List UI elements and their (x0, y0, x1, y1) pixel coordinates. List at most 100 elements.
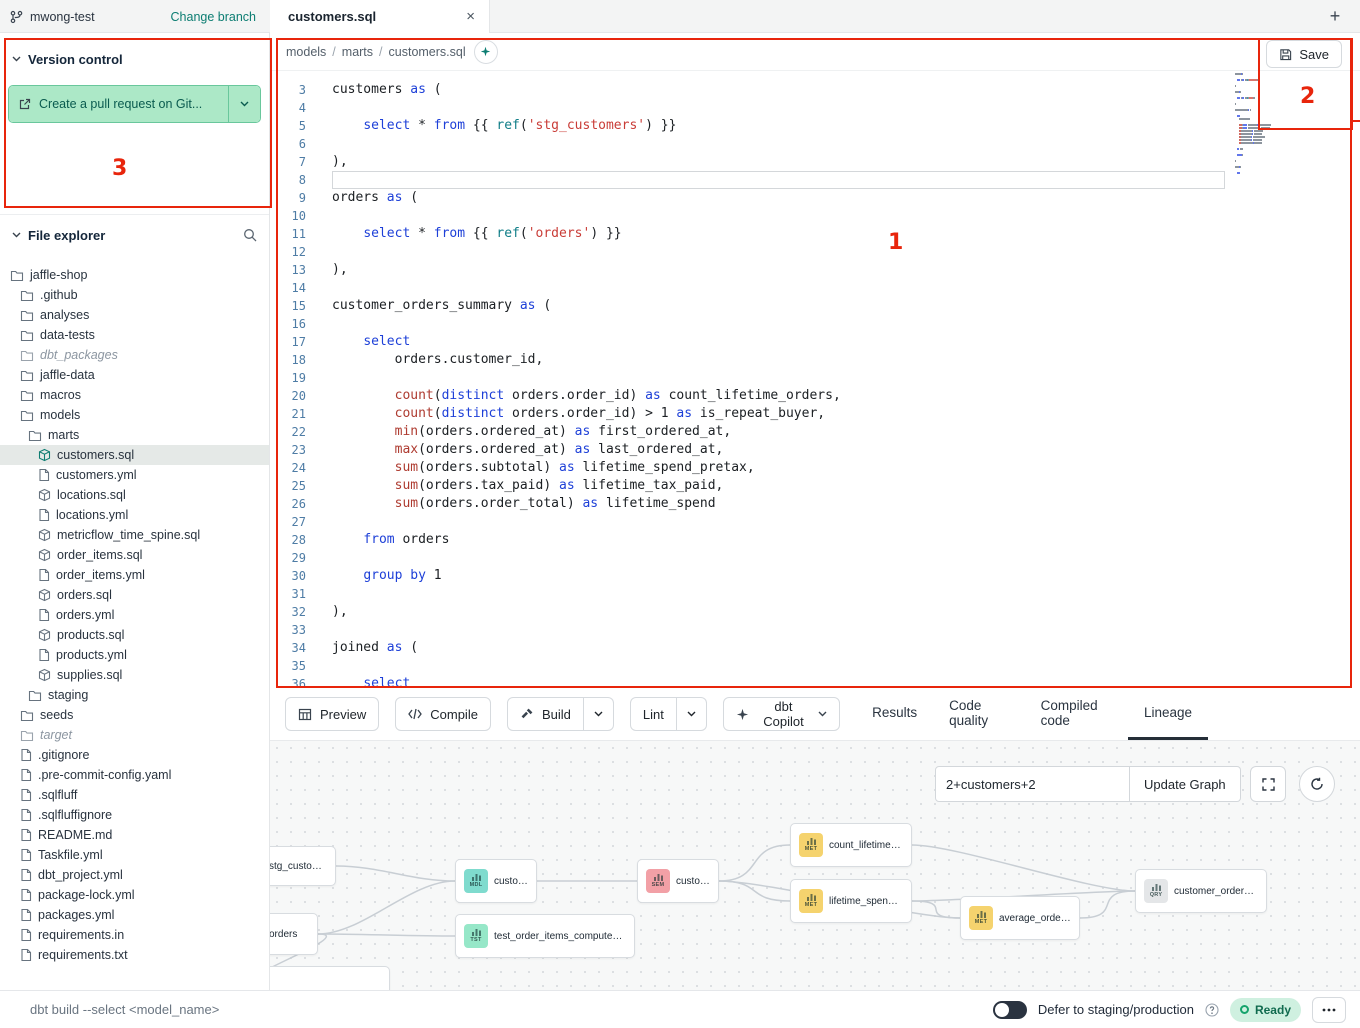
code-line-27[interactable]: 27 (270, 513, 1360, 531)
code-line-23[interactable]: 23 max(orders.ordered_at) as last_ordere… (270, 441, 1360, 459)
tree-item-seeds[interactable]: seeds (0, 705, 269, 725)
breadcrumb-item-customers.sql[interactable]: customers.sql (389, 45, 466, 59)
tree-item-packages.yml[interactable]: packages.yml (0, 905, 269, 925)
tree-item-dbt_project.yml[interactable]: dbt_project.yml (0, 865, 269, 885)
close-icon[interactable]: × (466, 8, 475, 25)
build-dropdown-button[interactable] (584, 697, 614, 731)
code-line-4[interactable]: 4 (270, 99, 1360, 117)
code-editor[interactable]: 3customers as (45 select * from {{ ref('… (270, 71, 1360, 688)
tree-item-.sqlfluff[interactable]: .sqlfluff (0, 785, 269, 805)
tree-item-order_items.sql[interactable]: order_items.sql (0, 545, 269, 565)
info-icon[interactable] (1205, 1003, 1219, 1017)
code-line-7[interactable]: 7), (270, 153, 1360, 171)
create-pr-button[interactable]: Create a pull request on Git... (9, 86, 228, 122)
more-icon[interactable] (1312, 997, 1346, 1023)
tree-item-customers.yml[interactable]: customers.yml (0, 465, 269, 485)
code-line-32[interactable]: 32), (270, 603, 1360, 621)
code-line-16[interactable]: 16 (270, 315, 1360, 333)
editor-tab-customers-sql[interactable]: customers.sql × (270, 0, 490, 33)
tree-item-orders.sql[interactable]: orders.sql (0, 585, 269, 605)
code-line-29[interactable]: 29 (270, 549, 1360, 567)
lint-dropdown-button[interactable] (677, 697, 707, 731)
code-line-15[interactable]: 15customer_orders_summary as ( (270, 297, 1360, 315)
code-line-31[interactable]: 31 (270, 585, 1360, 603)
tab-lineage[interactable]: Lineage (1128, 688, 1208, 740)
code-line-30[interactable]: 30 group by 1 (270, 567, 1360, 585)
tree-item-Taskfile.yml[interactable]: Taskfile.yml (0, 845, 269, 865)
minimap[interactable] (1235, 73, 1307, 175)
code-line-28[interactable]: 28 from orders (270, 531, 1360, 549)
tree-item-metricflow_time_spine.sql[interactable]: metricflow_time_spine.sql (0, 525, 269, 545)
tree-item-data-tests[interactable]: data-tests (0, 325, 269, 345)
tree-item-target[interactable]: target (0, 725, 269, 745)
code-line-26[interactable]: 26 sum(orders.order_total) as lifetime_s… (270, 495, 1360, 513)
tree-item-.pre-commit-config.yaml[interactable]: .pre-commit-config.yaml (0, 765, 269, 785)
tree-item-marts[interactable]: marts (0, 425, 269, 445)
build-button[interactable]: Build (507, 697, 584, 731)
code-line-19[interactable]: 19 (270, 369, 1360, 387)
file-explorer-header[interactable]: File explorer (0, 225, 269, 245)
tree-item-package-lock.yml[interactable]: package-lock.yml (0, 885, 269, 905)
lineage-node-customer_order_metrics[interactable]: QRYcustomer_order_metrics (1135, 869, 1267, 913)
code-line-24[interactable]: 24 sum(orders.subtotal) as lifetime_spen… (270, 459, 1360, 477)
code-line-25[interactable]: 25 sum(orders.tax_paid) as lifetime_tax_… (270, 477, 1360, 495)
dbt-copilot-button[interactable]: dbt Copilot (723, 697, 840, 731)
breadcrumb-item-marts[interactable]: marts (342, 45, 373, 59)
tree-item-staging[interactable]: staging (0, 685, 269, 705)
tree-item-.gitignore[interactable]: .gitignore (0, 745, 269, 765)
lineage-node-stg_customers[interactable]: MDLstg_customers (270, 846, 336, 886)
tree-item-README.md[interactable]: README.md (0, 825, 269, 845)
code-line-8[interactable]: 8 (270, 171, 1360, 189)
tree-item-order_items.yml[interactable]: order_items.yml (0, 565, 269, 585)
tree-item-products.sql[interactable]: products.sql (0, 625, 269, 645)
tree-item-locations.sql[interactable]: locations.sql (0, 485, 269, 505)
code-line-22[interactable]: 22 min(orders.ordered_at) as first_order… (270, 423, 1360, 441)
code-line-12[interactable]: 12 (270, 243, 1360, 261)
code-line-13[interactable]: 13), (270, 261, 1360, 279)
code-line-18[interactable]: 18 orders.customer_id, (270, 351, 1360, 369)
tree-item-.github[interactable]: .github (0, 285, 269, 305)
tree-item-products.yml[interactable]: products.yml (0, 645, 269, 665)
update-graph-button[interactable]: Update Graph (1130, 766, 1241, 802)
lint-button[interactable]: Lint (630, 697, 677, 731)
tree-item-jaffle-shop[interactable]: jaffle-shop (0, 265, 269, 285)
lineage-node-lifetime_spend_pretax[interactable]: METlifetime_spend_pretax (790, 879, 912, 923)
tree-item-models[interactable]: models (0, 405, 269, 425)
code-line-36[interactable]: 36 select (270, 675, 1360, 688)
tab-code-quality[interactable]: Code quality (933, 688, 1024, 740)
code-line-9[interactable]: 9orders as ( (270, 189, 1360, 207)
branch-selector[interactable]: mwong-test Change branch (0, 0, 270, 33)
lineage-node-test_order_items_compute_to_bools[interactable]: TSTtest_order_items_compute_to_bools... (455, 914, 635, 958)
copilot-breadcrumb-button[interactable] (474, 40, 498, 64)
tree-item-customers.sql[interactable]: customers.sql (0, 445, 269, 465)
preview-button[interactable]: Preview (285, 697, 379, 731)
code-line-6[interactable]: 6 (270, 135, 1360, 153)
breadcrumb-item-models[interactable]: models (286, 45, 326, 59)
code-line-21[interactable]: 21 count(distinct orders.order_id) > 1 a… (270, 405, 1360, 423)
code-line-35[interactable]: 35 (270, 657, 1360, 675)
code-line-10[interactable]: 10 (270, 207, 1360, 225)
refresh-icon[interactable] (1299, 766, 1335, 802)
compile-button[interactable]: Compile (395, 697, 491, 731)
tab-results[interactable]: Results (856, 688, 933, 740)
tree-item-locations.yml[interactable]: locations.yml (0, 505, 269, 525)
search-icon[interactable] (243, 228, 257, 242)
tree-item-jaffle-data[interactable]: jaffle-data (0, 365, 269, 385)
code-line-5[interactable]: 5 select * from {{ ref('stg_customers') … (270, 117, 1360, 135)
fullscreen-icon[interactable] (1250, 766, 1286, 802)
tree-item-.sqlfluffignore[interactable]: .sqlfluffignore (0, 805, 269, 825)
save-button[interactable]: Save (1266, 40, 1342, 68)
defer-toggle[interactable] (993, 1001, 1027, 1019)
lineage-node-orders[interactable]: MDLorders (270, 913, 318, 955)
code-line-34[interactable]: 34joined as ( (270, 639, 1360, 657)
code-line-14[interactable]: 14 (270, 279, 1360, 297)
code-line-17[interactable]: 17 select (270, 333, 1360, 351)
change-branch-link[interactable]: Change branch (171, 10, 256, 24)
lineage-node-partial[interactable] (270, 966, 390, 990)
tab-compiled-code[interactable]: Compiled code (1025, 688, 1128, 740)
tree-item-macros[interactable]: macros (0, 385, 269, 405)
lineage-node-customers[interactable]: SEMcustomers (637, 859, 719, 903)
code-line-11[interactable]: 11 select * from {{ ref('orders') }} (270, 225, 1360, 243)
new-tab-button[interactable]: + (1322, 3, 1348, 29)
tree-item-analyses[interactable]: analyses (0, 305, 269, 325)
